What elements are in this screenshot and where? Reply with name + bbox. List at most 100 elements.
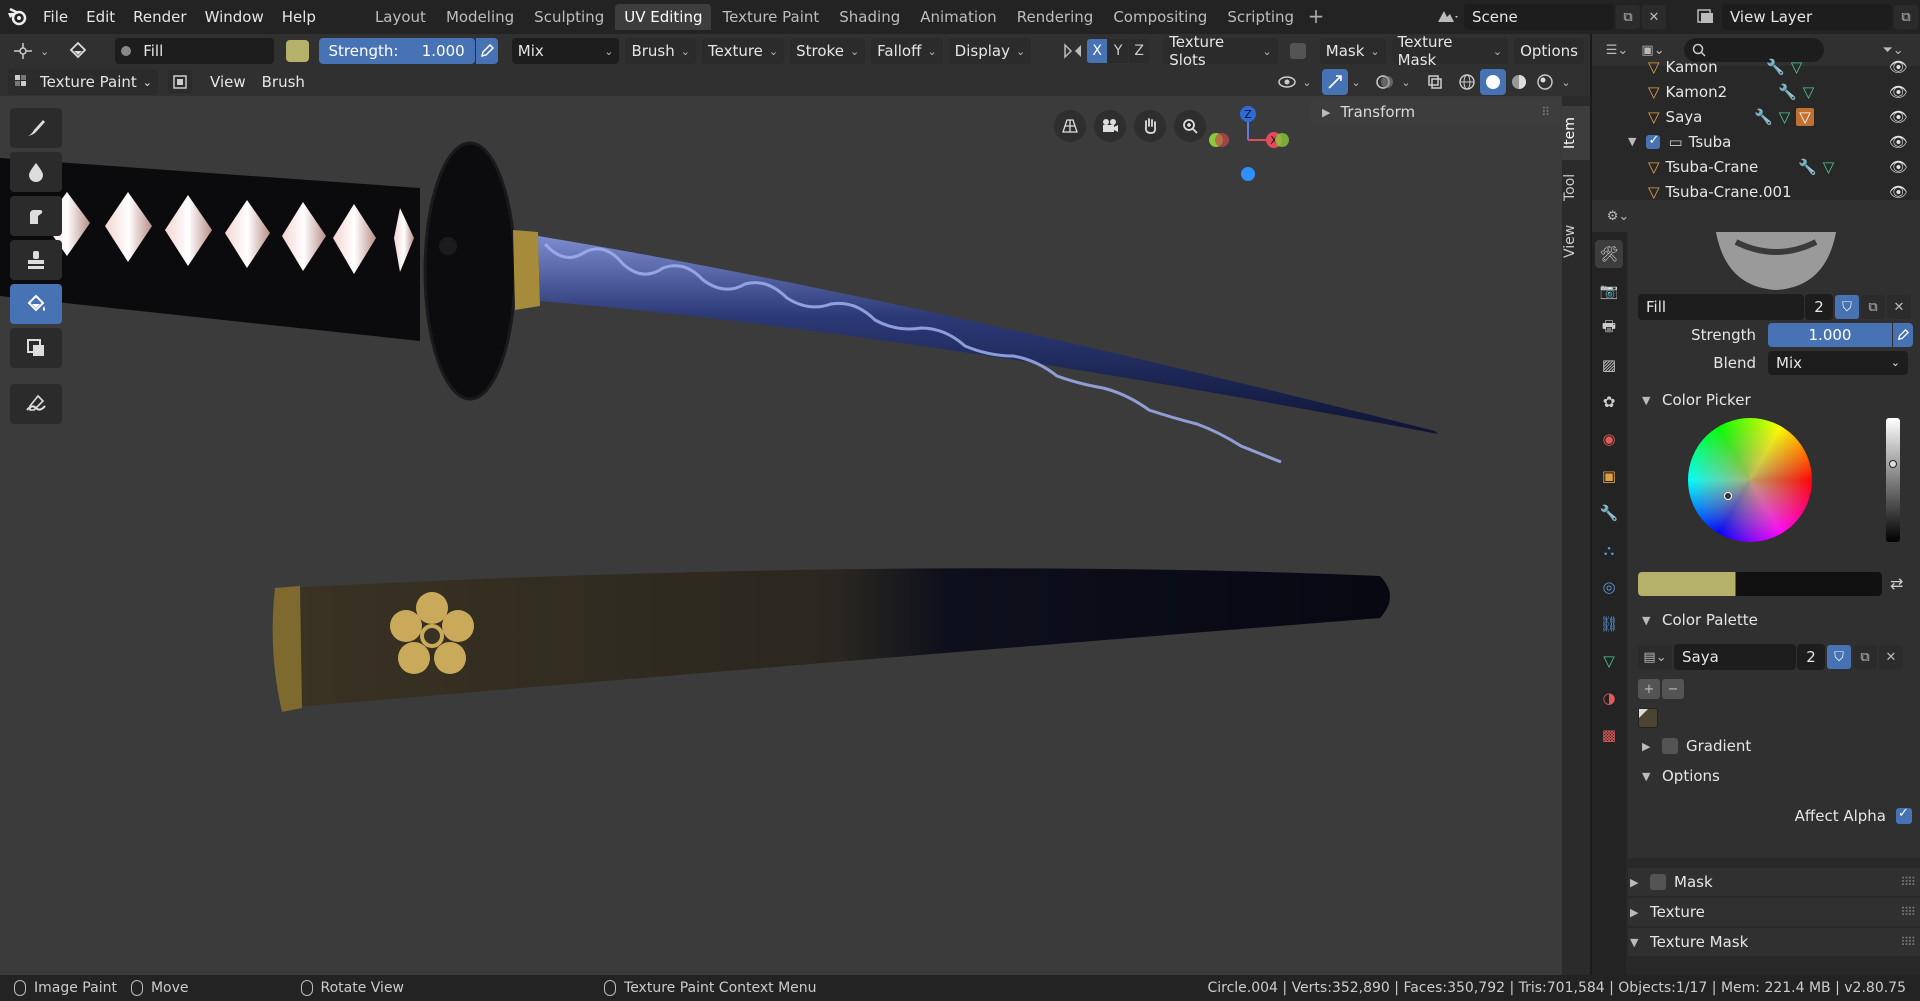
mirror-y-toggle[interactable]: Y — [1108, 39, 1129, 63]
mirror-x-toggle[interactable]: X — [1087, 39, 1108, 63]
delete-scene-icon[interactable]: ✕ — [1642, 5, 1666, 29]
texture-properties-tab[interactable]: ▩ — [1595, 721, 1623, 749]
gradient-checkbox[interactable] — [1662, 738, 1678, 754]
mask-menu[interactable]: Mask ⌄ — [1319, 38, 1386, 64]
stroke-menu[interactable]: Stroke ⌄ — [790, 38, 866, 64]
outliner-row-kamon2[interactable]: ▽ Kamon2 🔧 ▽ 👁 — [1592, 79, 1920, 104]
tab-uv-editing[interactable]: UV Editing — [615, 4, 712, 30]
shading-wireframe-icon[interactable] — [1454, 69, 1480, 95]
mirror-z-toggle[interactable]: Z — [1129, 39, 1150, 63]
shading-material-icon[interactable] — [1506, 69, 1532, 95]
collection-include-checkbox[interactable] — [1646, 133, 1661, 149]
mask-checkbox[interactable] — [1289, 43, 1306, 59]
3d-viewport[interactable]: Z X — [0, 96, 1562, 975]
sidebar-tab-view[interactable]: View — [1562, 214, 1590, 268]
texture-section[interactable]: ▶ Texture ⠿⠿ — [1628, 898, 1920, 926]
color-picker-section[interactable]: ▼ Color Picker — [1628, 386, 1920, 414]
active-tool-icon[interactable] — [61, 38, 95, 64]
mask-tool-button[interactable] — [10, 328, 62, 368]
tab-animation[interactable]: Animation — [911, 4, 1005, 30]
palette-color-swatch[interactable] — [1638, 708, 1658, 728]
blend-dropdown[interactable]: Mix ⌄ — [1768, 351, 1908, 375]
color-wheel[interactable] — [1688, 418, 1812, 542]
pressure-pen-icon[interactable] — [475, 38, 498, 64]
tab-compositing[interactable]: Compositing — [1104, 4, 1216, 30]
axis-orientation-gizmo[interactable]: Z X — [1200, 102, 1300, 202]
value-slider-handle[interactable] — [1889, 460, 1897, 468]
strength-slider[interactable]: Strength: 1.000 — [318, 38, 475, 64]
tab-shading[interactable]: Shading — [830, 4, 909, 30]
palette-browse-icon[interactable]: ▤⌄ — [1638, 645, 1672, 669]
tab-rendering[interactable]: Rendering — [1008, 4, 1103, 30]
overlays-icon[interactable] — [1372, 69, 1398, 95]
scene-properties-tab[interactable]: ✿ — [1595, 388, 1623, 416]
blender-logo-icon[interactable] — [0, 0, 34, 34]
draw-tool-button[interactable] — [10, 108, 62, 148]
xray-icon[interactable] — [1422, 69, 1448, 95]
sidebar-tab-item[interactable]: Item — [1562, 106, 1590, 160]
strength-pressure-icon[interactable] — [1893, 323, 1913, 347]
duplicate-palette-icon[interactable]: ⧉ — [1853, 645, 1877, 669]
texture-mask-menu[interactable]: Texture Mask ⌄ — [1391, 33, 1509, 69]
swap-colors-icon[interactable]: ⇄ — [1890, 574, 1903, 593]
tab-scripting[interactable]: Scripting — [1218, 4, 1303, 30]
brush-menu-2[interactable]: Brush — [254, 69, 313, 95]
view-layer-name-field[interactable]: View Layer — [1722, 4, 1892, 30]
panel-grip-icon[interactable]: ⠿⠿ — [1900, 905, 1916, 919]
tool-properties-tab[interactable]: 🛠 — [1595, 240, 1623, 268]
brush-users-count[interactable]: 2 — [1805, 294, 1833, 320]
unlink-brush-icon[interactable]: ✕ — [1887, 295, 1911, 319]
pan-view-hand-icon[interactable] — [1134, 110, 1166, 142]
affect-alpha-checkbox[interactable] — [1896, 806, 1912, 824]
gizmo-chevron-icon[interactable]: ⌄ — [1348, 69, 1364, 95]
new-scene-icon[interactable]: ⧉ — [1616, 5, 1640, 29]
visibility-eye-icon[interactable]: 👁 — [1889, 83, 1908, 101]
shading-chevron-icon[interactable]: ⌄ — [1558, 69, 1574, 95]
menu-window[interactable]: Window — [196, 0, 273, 34]
shading-solid-icon[interactable] — [1480, 69, 1506, 95]
duplicate-brush-icon[interactable]: ⧉ — [1861, 295, 1885, 319]
menu-edit[interactable]: Edit — [77, 0, 124, 34]
current-color-bar[interactable] — [1638, 572, 1882, 596]
editor-type-dropdown[interactable]: ⌄ — [6, 38, 55, 64]
modifier-properties-tab[interactable]: 🔧 — [1595, 499, 1623, 527]
world-properties-tab[interactable]: ◉ — [1595, 425, 1623, 453]
add-workspace-button[interactable]: + — [1304, 5, 1328, 29]
palette-users-count[interactable]: 2 — [1797, 644, 1825, 670]
clone-tool-button[interactable] — [10, 240, 62, 280]
options-menu[interactable]: Options — [1514, 38, 1584, 64]
collapse-triangle-icon[interactable]: ▼ — [1628, 135, 1636, 148]
outliner-row-saya[interactable]: ▽ Saya 🔧 ▽ ▽ 👁 — [1592, 104, 1920, 129]
palette-fake-user-icon[interactable]: ⛉ — [1827, 645, 1851, 669]
display-menu[interactable]: Display ⌄ — [948, 38, 1032, 64]
texture-mask-section[interactable]: ▼ Texture Mask ⠿⠿ — [1628, 928, 1920, 956]
smear-tool-button[interactable] — [10, 196, 62, 236]
add-palette-color-button[interactable]: + — [1638, 679, 1660, 699]
brush-menu[interactable]: Brush ⌄ — [625, 38, 696, 64]
tab-sculpting[interactable]: Sculpting — [525, 4, 613, 30]
visibility-chevron-icon[interactable]: ⌄ — [1300, 69, 1314, 95]
visibility-eye-icon[interactable]: 👁 — [1889, 183, 1908, 201]
transform-grip-icon[interactable]: ⠿ — [1541, 105, 1550, 119]
unlink-palette-icon[interactable]: ✕ — [1879, 645, 1903, 669]
mask-section[interactable]: ▶ Mask ⠿⠿ — [1628, 868, 1920, 896]
tab-texture-paint[interactable]: Texture Paint — [713, 4, 828, 30]
material-properties-tab[interactable]: ◑ — [1595, 684, 1623, 712]
brush-color-swatch[interactable] — [286, 40, 309, 62]
data-properties-tab[interactable]: ▽ — [1595, 647, 1623, 675]
overlays-chevron-icon[interactable]: ⌄ — [1398, 69, 1414, 95]
tab-modeling[interactable]: Modeling — [437, 4, 523, 30]
palette-name-field[interactable]: Saya — [1674, 644, 1796, 670]
mode-dropdown[interactable]: Texture Paint ⌄ — [8, 69, 159, 95]
color-palette-section[interactable]: ▼ Color Palette — [1628, 606, 1920, 634]
sidebar-tab-tool[interactable]: Tool — [1562, 160, 1590, 214]
soften-tool-button[interactable] — [10, 152, 62, 192]
annotate-tool-button[interactable] — [10, 384, 62, 424]
new-view-layer-icon[interactable]: ⧉ — [1894, 5, 1918, 29]
mask-section-checkbox[interactable] — [1650, 874, 1666, 890]
panel-grip-icon[interactable]: ⠿⠿ — [1900, 935, 1916, 949]
scene-browse-icon[interactable] — [1430, 5, 1464, 29]
render-properties-tab[interactable]: 📷 — [1595, 277, 1623, 305]
properties-editor-type-icon[interactable]: ⚙⌄ — [1598, 204, 1638, 228]
view-layer-browse-icon[interactable] — [1692, 5, 1722, 29]
